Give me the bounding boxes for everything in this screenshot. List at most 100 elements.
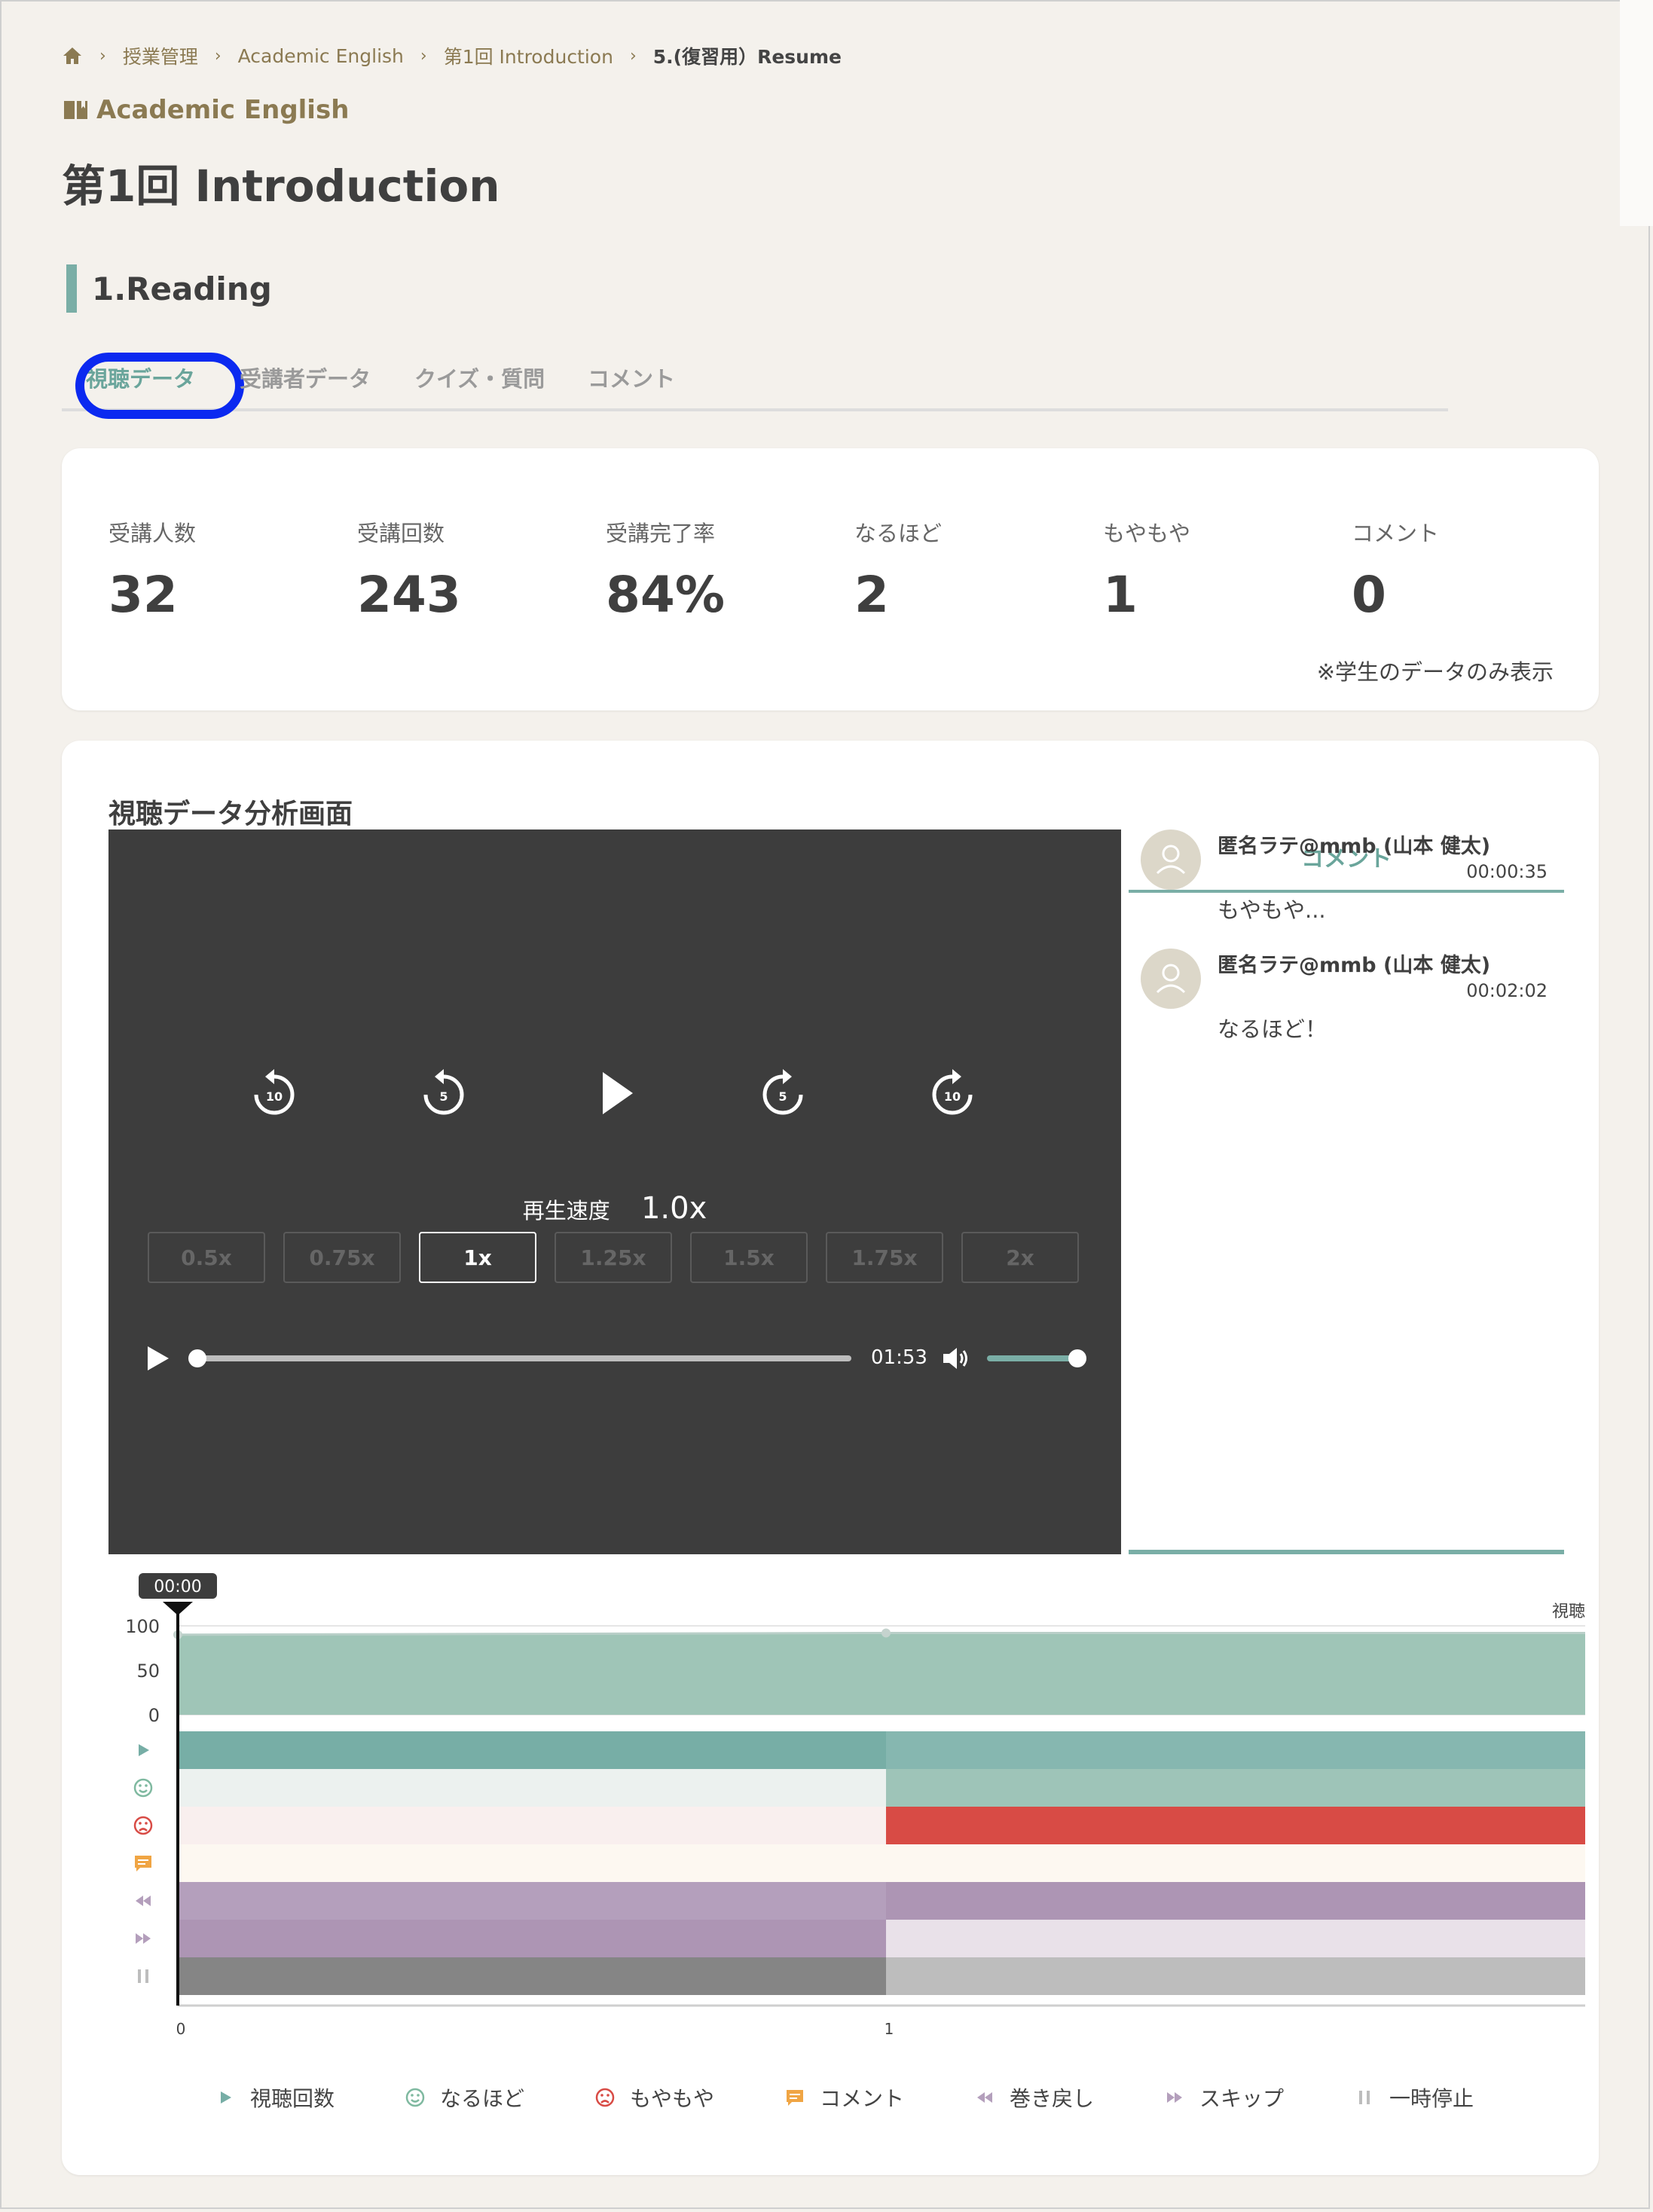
user-icon [1144, 952, 1198, 1006]
heatmap-cell[interactable] [886, 1731, 1585, 1769]
video-player[interactable]: 10 5 5 10 再生速度 1.0x 0.5x 0.75x 1x 1.25x … [108, 830, 1121, 1554]
home-icon[interactable] [62, 46, 83, 66]
heatmap-cell[interactable] [178, 1807, 886, 1844]
heatmap-cell[interactable] [178, 1769, 886, 1807]
seek-handle[interactable] [188, 1349, 206, 1367]
tab-focus-highlight [75, 353, 244, 419]
playhead-marker[interactable] [163, 1602, 193, 1615]
y-tick-label: 100 [125, 1616, 160, 1637]
speed-1.5x-button[interactable]: 1.5x [690, 1232, 808, 1283]
heatmap-cell[interactable] [178, 1882, 886, 1920]
chevron-right-icon: › [420, 46, 427, 66]
play-small-icon[interactable] [145, 1343, 172, 1373]
volume-icon[interactable] [940, 1345, 970, 1372]
course-name: Academic English [62, 95, 349, 125]
user-icon [1144, 833, 1198, 887]
forward-5-icon[interactable]: 5 [753, 1063, 813, 1123]
heatmap-cell[interactable] [886, 1807, 1585, 1844]
smile-icon [133, 1778, 153, 1798]
tab-viewing-data[interactable]: 視聴データ [75, 353, 244, 419]
stats-note: ※学生のデータのみ表示 [1316, 659, 1554, 685]
speed-1.75x-button[interactable]: 1.75x [826, 1232, 943, 1283]
stat-value: 1 [1103, 566, 1138, 624]
avatar [1141, 949, 1201, 1009]
breadcrumb-item-lesson[interactable]: 第1回 Introduction [444, 42, 613, 69]
heatmap-cell[interactable] [178, 1957, 886, 1995]
tab-comment[interactable]: コメント [588, 362, 675, 393]
breadcrumb: › 授業管理 › Academic English › 第1回 Introduc… [62, 41, 842, 71]
seek-bar[interactable] [196, 1355, 851, 1361]
legend-label: 一時停止 [1389, 2086, 1474, 2111]
legend-item[interactable]: なるほど [404, 2082, 524, 2113]
heatmap-cell[interactable] [178, 1844, 886, 1882]
svg-text:10: 10 [266, 1089, 283, 1104]
heatmap-cell[interactable] [886, 1769, 1585, 1807]
analysis-card: 視聴データ分析画面 10 5 5 10 再生速度 1.0x 0.5x 0.75x… [62, 741, 1599, 2175]
pause-icon [1359, 2091, 1370, 2104]
stat-value: 2 [854, 566, 889, 624]
stat-label: もやもや [1103, 521, 1191, 546]
tab-bar: 視聴データ 受講者データ クイズ・質問 コメント [62, 348, 1448, 419]
playback-speed: 再生速度 1.0x [108, 1191, 1121, 1226]
volume-slider[interactable] [987, 1355, 1077, 1361]
forward-10-icon[interactable]: 10 [922, 1063, 982, 1123]
heatmap-cell[interactable] [178, 1920, 886, 1957]
chevron-right-icon: › [214, 46, 222, 66]
legend-item[interactable]: 巻き戻し [973, 2082, 1094, 2113]
play-icon [139, 1744, 149, 1756]
legend-label: スキップ [1199, 2086, 1285, 2111]
speed-0.5x-button[interactable]: 0.5x [148, 1232, 265, 1283]
analysis-title: 視聴データ分析画面 [108, 799, 353, 830]
comment-text: もやもや... [1218, 897, 1326, 923]
speed-1x-button[interactable]: 1x [419, 1232, 536, 1283]
top-right-panel [1620, 0, 1653, 226]
speed-value: 1.0x [640, 1191, 707, 1226]
tab-student-data[interactable]: 受講者データ [240, 362, 371, 393]
legend-item[interactable]: 一時停止 [1353, 2082, 1474, 2113]
comment-icon [135, 1856, 151, 1871]
rewind-5-icon[interactable]: 5 [414, 1063, 474, 1123]
comment-author: 匿名ラテ@mmb (山本 健太) [1218, 954, 1491, 977]
volume-handle[interactable] [1068, 1349, 1086, 1367]
viewing-heatmap-chart[interactable]: 100 50 0 視聴率 0 1 00:00 [108, 1573, 1585, 2123]
stat-value: 0 [1352, 566, 1386, 624]
heatmap-cell[interactable] [886, 1957, 1585, 1995]
comment-time[interactable]: 00:02:02 [1466, 980, 1548, 1001]
breadcrumb-item-class-management[interactable]: 授業管理 [123, 42, 198, 69]
speed-0.75x-button[interactable]: 0.75x [283, 1232, 401, 1283]
rewind-10-icon[interactable]: 10 [244, 1063, 304, 1123]
heatmap-cell[interactable] [886, 1882, 1585, 1920]
stat-value: 84% [606, 566, 725, 624]
legend-label: なるほど [440, 2086, 525, 2111]
legend-item[interactable]: スキップ [1163, 2082, 1284, 2113]
playback-time: 01:53 [871, 1346, 927, 1369]
skip-icon [1167, 2092, 1182, 2103]
book-icon [64, 101, 87, 119]
heatmap-cell[interactable] [886, 1844, 1585, 1882]
tab-quiz-question[interactable]: クイズ・質問 [414, 362, 545, 393]
x-tick-label: 1 [885, 2020, 894, 2038]
stat-moyamoya: もやもや 1 [1103, 516, 1190, 624]
avatar [1141, 830, 1201, 890]
speed-1.25x-button[interactable]: 1.25x [555, 1232, 672, 1283]
speed-2x-button[interactable]: 2x [961, 1232, 1079, 1283]
stat-students: 受講人数 32 [108, 516, 196, 624]
play-icon [221, 2091, 231, 2104]
legend-item[interactable]: もやもや [594, 2082, 714, 2113]
play-icon[interactable] [585, 1063, 645, 1123]
stat-label: 受講回数 [357, 521, 445, 546]
comment-author: 匿名ラテ@mmb (山本 健太) [1218, 835, 1491, 858]
legend-item[interactable]: コメント [784, 2082, 904, 2113]
skip-icon [1167, 2092, 1182, 2103]
viewing-rate-area [178, 1633, 1585, 1715]
legend-item[interactable]: 視聴回数 [214, 2082, 335, 2113]
comments-panel: コメント 匿名ラテ@mmb (山本 健太) 00:00:35 もやもや... 匿… [1129, 830, 1564, 1554]
heatmap-cell[interactable] [178, 1731, 886, 1769]
comment-time[interactable]: 00:00:35 [1466, 861, 1548, 882]
stat-label: 受講完了率 [606, 521, 716, 546]
svg-text:5: 5 [439, 1089, 448, 1104]
stat-value: 32 [108, 566, 178, 624]
heatmap-cell[interactable] [886, 1920, 1585, 1957]
svg-text:10: 10 [944, 1089, 961, 1104]
breadcrumb-item-course[interactable]: Academic English [238, 45, 404, 67]
